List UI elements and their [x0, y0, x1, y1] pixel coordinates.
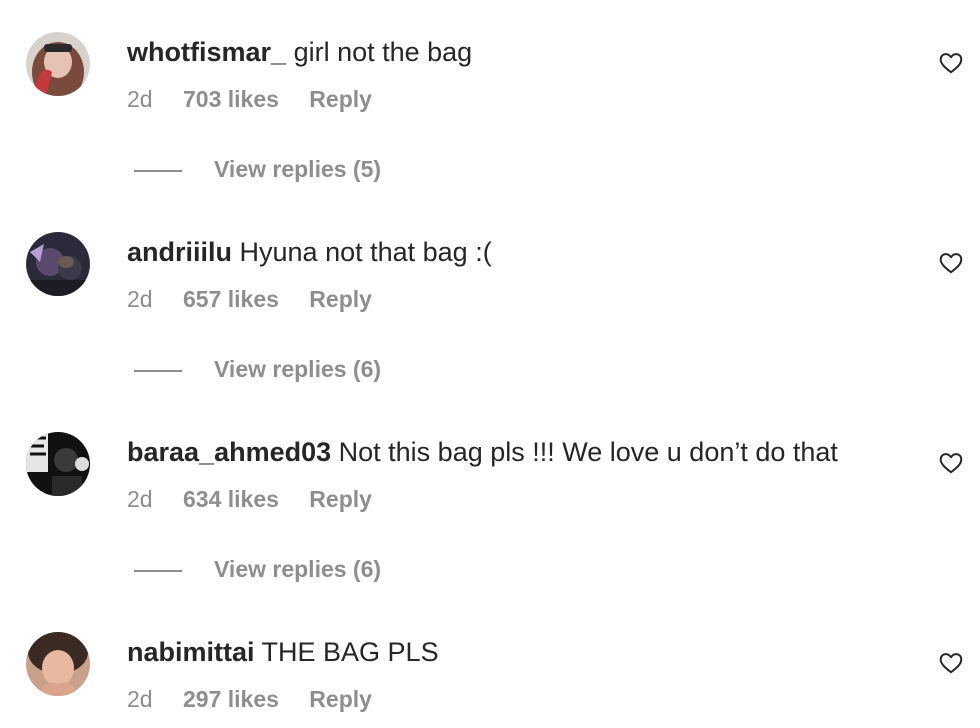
- comment-timestamp[interactable]: 2d: [127, 684, 153, 714]
- view-replies-button[interactable]: View replies (6): [134, 354, 381, 384]
- view-replies-label: View replies (5): [214, 156, 382, 182]
- comment-username[interactable]: baraa_ahmed03: [127, 437, 331, 467]
- reply-button[interactable]: Reply: [309, 684, 372, 714]
- comment-username[interactable]: andriiilu: [127, 237, 232, 267]
- comment-likes-count[interactable]: 657 likes: [183, 284, 279, 314]
- comment-text-line: nabimittai THE BAG PLS: [127, 632, 439, 672]
- reply-button[interactable]: Reply: [309, 484, 372, 514]
- reply-button[interactable]: Reply: [309, 84, 372, 114]
- comment-timestamp[interactable]: 2d: [127, 484, 153, 514]
- heart-outline-icon: [939, 653, 963, 674]
- view-replies-label: View replies (6): [214, 356, 382, 382]
- comment-username[interactable]: whotfismar_: [127, 37, 286, 67]
- avatar[interactable]: [26, 632, 90, 696]
- comment-likes-count[interactable]: 703 likes: [183, 84, 279, 114]
- avatar-image: [26, 232, 90, 296]
- like-button[interactable]: [938, 250, 964, 276]
- comment-item: andriiilu Hyuna not that bag :( 2d 657 l…: [0, 232, 980, 432]
- comment-likes-count[interactable]: 297 likes: [183, 684, 279, 714]
- heart-outline-icon: [939, 53, 963, 74]
- comment-body: Hyuna not that bag :(: [239, 237, 492, 267]
- avatar[interactable]: [26, 232, 90, 296]
- replies-divider: [134, 569, 182, 572]
- comment-meta: 2d 703 likes Reply: [127, 84, 372, 114]
- comment-meta: 2d 657 likes Reply: [127, 284, 372, 314]
- comment-timestamp[interactable]: 2d: [127, 284, 153, 314]
- heart-outline-icon: [939, 253, 963, 274]
- comment-item: baraa_ahmed03 Not this bag pls !!! We lo…: [0, 432, 980, 632]
- reply-button[interactable]: Reply: [309, 284, 372, 314]
- view-replies-button[interactable]: View replies (5): [134, 154, 381, 184]
- comment-item: whotfismar_ girl not the bag 2d 703 like…: [0, 32, 980, 232]
- like-button[interactable]: [938, 50, 964, 76]
- avatar-image: [26, 432, 90, 496]
- avatar[interactable]: [26, 432, 90, 496]
- like-button[interactable]: [938, 650, 964, 676]
- comment-text-line: andriiilu Hyuna not that bag :(: [127, 232, 492, 272]
- comment-body: girl not the bag: [293, 37, 473, 67]
- comment-meta: 2d 634 likes Reply: [127, 484, 372, 514]
- comment-body: THE BAG PLS: [261, 637, 439, 667]
- like-button[interactable]: [938, 450, 964, 476]
- comment-likes-count[interactable]: 634 likes: [183, 484, 279, 514]
- comment-text-line: baraa_ahmed03 Not this bag pls !!! We lo…: [127, 432, 838, 472]
- comment-text-line: whotfismar_ girl not the bag: [127, 32, 472, 72]
- comment-body: Not this bag pls !!! We love u don’t do …: [338, 437, 838, 467]
- comment-meta: 2d 297 likes Reply: [127, 684, 372, 714]
- comments-list: whotfismar_ girl not the bag 2d 703 like…: [0, 0, 980, 728]
- view-replies-label: View replies (6): [214, 556, 382, 582]
- avatar[interactable]: [26, 32, 90, 96]
- comment-timestamp[interactable]: 2d: [127, 84, 153, 114]
- replies-divider: [134, 169, 182, 172]
- view-replies-button[interactable]: View replies (6): [134, 554, 381, 584]
- comment-username[interactable]: nabimittai: [127, 637, 255, 667]
- heart-outline-icon: [939, 453, 963, 474]
- avatar-image: [26, 32, 90, 96]
- comment-item: nabimittai THE BAG PLS 2d 297 likes Repl…: [0, 632, 980, 728]
- avatar-image: [26, 632, 90, 696]
- replies-divider: [134, 369, 182, 372]
